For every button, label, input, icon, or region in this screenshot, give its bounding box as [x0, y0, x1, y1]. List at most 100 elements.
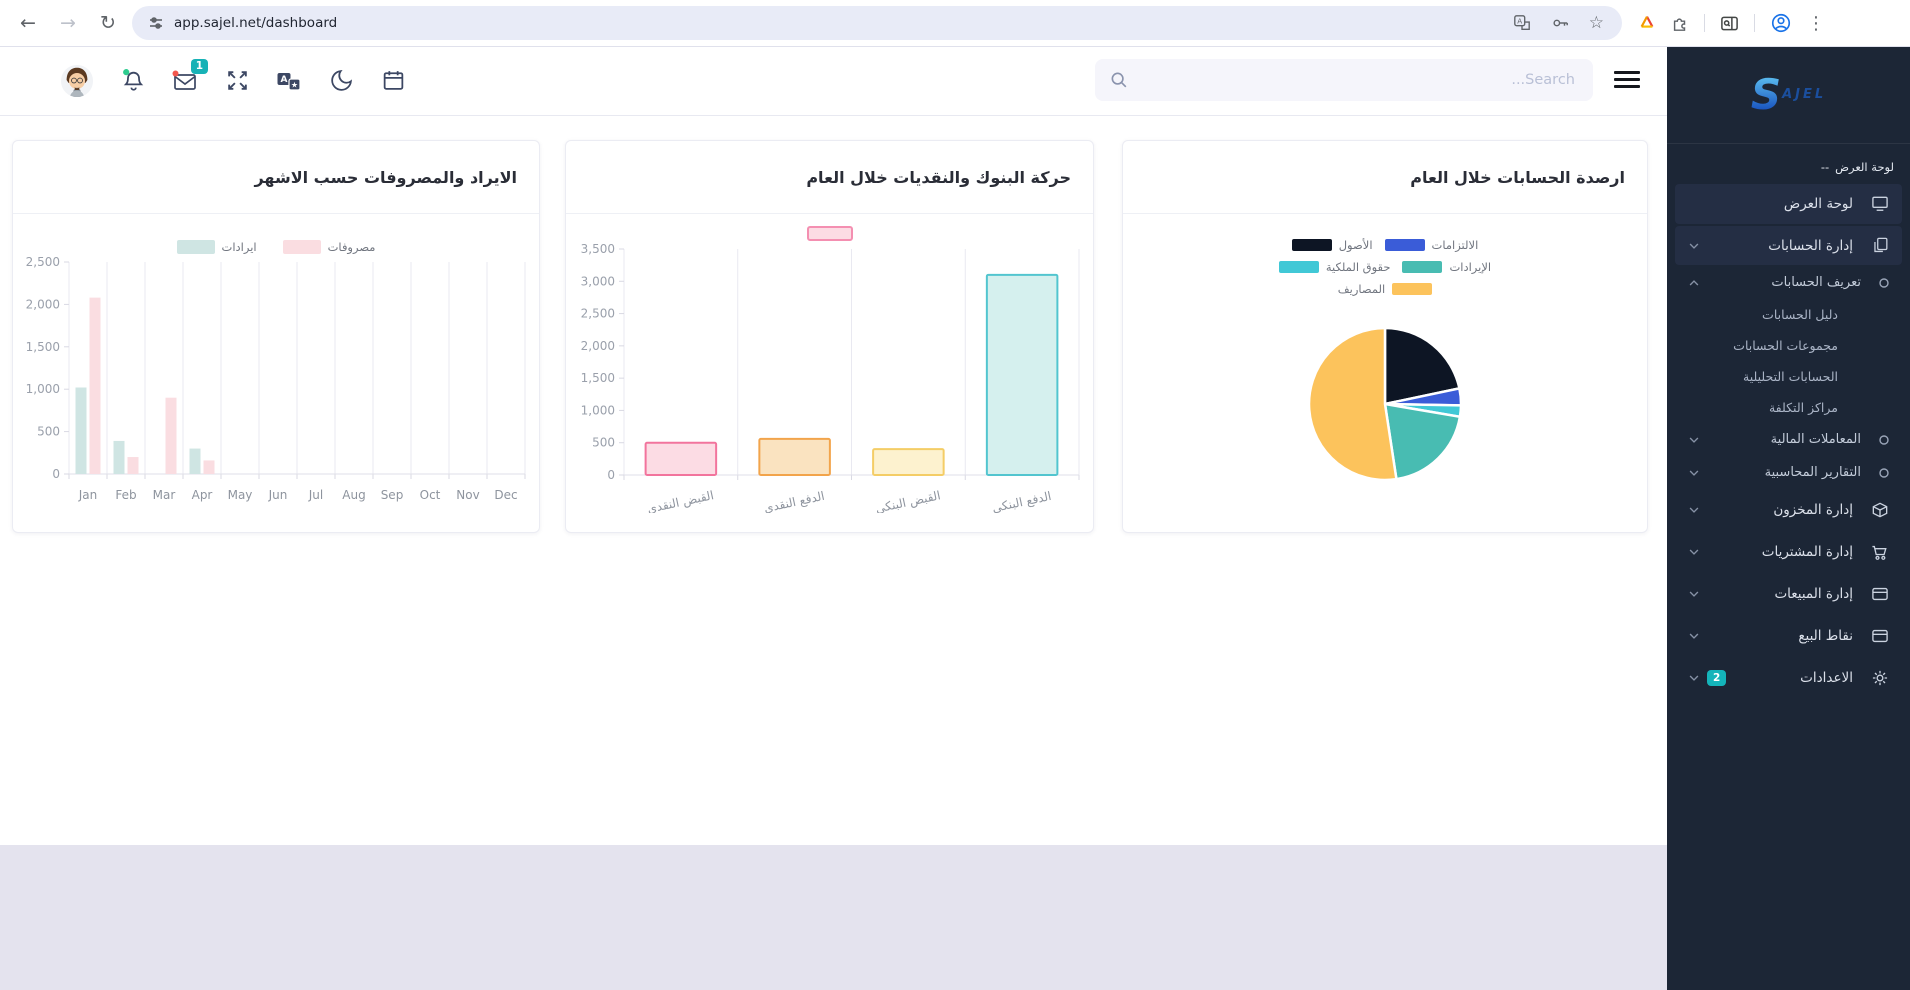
svg-text:Oct: Oct: [420, 488, 441, 502]
sidebar-item-label: الاعدادات: [1734, 670, 1853, 686]
svg-text:Jun: Jun: [268, 488, 288, 502]
svg-text:Feb: Feb: [115, 488, 136, 502]
logo-letter: S: [1751, 75, 1781, 115]
browser-back-button[interactable]: ←: [16, 12, 40, 34]
url-text[interactable]: app.sajel.net/dashboard: [174, 15, 1513, 31]
app-header: 1 A ★: [0, 46, 1667, 116]
sidebar-item[interactable]: إدارة المبيعات: [1675, 574, 1902, 614]
sidebar-item[interactable]: إدارة المشتريات: [1675, 532, 1902, 572]
browser-forward-button[interactable]: →: [56, 12, 80, 34]
chevron-down-icon: [1687, 674, 1705, 682]
sidebar-item[interactable]: المعاملات المالية: [1675, 424, 1902, 455]
svg-text:0: 0: [607, 468, 615, 482]
messages-mail-icon[interactable]: 1: [172, 68, 198, 94]
global-search: [1095, 59, 1593, 101]
card-title: الايراد والمصروفات حسب الاشهر: [13, 141, 539, 214]
card-icon: [1866, 626, 1890, 646]
svg-text:2,000: 2,000: [581, 339, 615, 353]
dot-icon: [1874, 277, 1890, 289]
chevron-down-icon: [1687, 632, 1705, 640]
menu-hamburger-icon[interactable]: [1614, 71, 1640, 92]
calendar-icon[interactable]: [380, 68, 406, 94]
sidebar-section-label: -- لوحة العرض: [1667, 144, 1910, 182]
sidebar-item[interactable]: دليل الحسابات: [1675, 300, 1902, 329]
balances-pie-chart: [1123, 300, 1647, 526]
legend-item[interactable]: ايرادات: [177, 240, 257, 254]
sidebar-item[interactable]: 2الاعدادات: [1675, 658, 1902, 698]
legend-swatch: [283, 240, 321, 254]
app-logo[interactable]: SAJEL: [1667, 46, 1910, 144]
dark-mode-moon-icon[interactable]: [328, 68, 354, 94]
legend-item[interactable]: الالتزامات: [1385, 238, 1479, 252]
browser-toolbar: ← → ↻ app.sajel.net/dashboard A ☆: [0, 0, 1910, 47]
search-input[interactable]: [1135, 59, 1577, 101]
svg-text:Dec: Dec: [494, 488, 517, 502]
balances-pie-card: ارصدة الحسابات خلال العام الأصولالالتزام…: [1122, 140, 1648, 533]
chevron-up-icon: [1687, 279, 1705, 287]
bookmark-star-icon[interactable]: ☆: [1589, 13, 1604, 33]
bank-cash-card: حركة البنوك والنقديات خلال العام 05001,0…: [565, 140, 1094, 533]
revenue-expense-card: الايراد والمصروفات حسب الاشهر ايرادات مصر…: [12, 140, 540, 533]
legend-item[interactable]: المصاريف: [1338, 282, 1432, 296]
sidebar-item[interactable]: تعريف الحسابات: [1675, 267, 1902, 298]
site-settings-icon[interactable]: [148, 15, 164, 31]
notifications-bell-icon[interactable]: [120, 68, 146, 94]
legend-marker[interactable]: [807, 226, 853, 241]
svg-text:0: 0: [52, 467, 60, 481]
sidebar-item-label: إدارة المخزون: [1713, 502, 1853, 518]
chart-legend: ايرادات مصروفات: [13, 240, 539, 254]
legend-label: الالتزامات: [1432, 238, 1479, 252]
svg-text:2,000: 2,000: [26, 297, 60, 311]
sidebar-item[interactable]: التقارير المحاسبية: [1675, 457, 1902, 488]
chevron-down-icon: [1687, 469, 1705, 477]
extensions-puzzle-icon[interactable]: [1671, 14, 1689, 32]
svg-text:3,500: 3,500: [581, 242, 615, 256]
sidebar-item[interactable]: إدارة الحسابات: [1675, 226, 1902, 265]
toolbar-divider: [1754, 14, 1755, 32]
pie-slice: [1309, 328, 1396, 480]
translate-language-icon[interactable]: A ★: [276, 68, 302, 94]
legend-swatch: [177, 240, 215, 254]
svg-text:A: A: [1517, 17, 1522, 26]
sidebar-item[interactable]: نقاط البيع: [1675, 616, 1902, 656]
svg-text:★: ★: [291, 80, 298, 89]
user-avatar[interactable]: [60, 64, 94, 98]
legend-swatch: [1402, 261, 1442, 273]
svg-text:2,500: 2,500: [26, 255, 60, 269]
sidebar-item[interactable]: مجموعات الحسابات: [1675, 331, 1902, 360]
password-key-icon[interactable]: [1551, 14, 1569, 32]
chevron-down-icon: [1687, 436, 1705, 444]
profile-avatar-icon[interactable]: [1770, 12, 1792, 34]
sidebar-item[interactable]: مراكز التكلفة: [1675, 393, 1902, 422]
page-bottom-background: [0, 845, 1667, 990]
svg-text:2,500: 2,500: [581, 307, 615, 321]
legend-item[interactable]: مصروفات: [283, 240, 376, 254]
bank-cash-chart: 05001,0001,5002,0002,5003,0003,500القبض …: [566, 241, 1093, 513]
translate-page-icon[interactable]: A: [1513, 14, 1531, 32]
svg-text:Jan: Jan: [78, 488, 98, 502]
sidebar-item[interactable]: لوحة العرض: [1675, 184, 1902, 224]
chevron-down-icon: [1687, 242, 1705, 250]
fullscreen-expand-icon[interactable]: [224, 68, 250, 94]
sidebar-item[interactable]: الحسابات التحليلية: [1675, 362, 1902, 391]
pie-slice: [1385, 404, 1460, 479]
chart-legend: [566, 226, 1093, 241]
sidebar: SAJEL -- لوحة العرض لوحة العرضإدارة الحس…: [1667, 46, 1910, 990]
logo-text: AJEL: [1782, 87, 1826, 102]
browser-menu-icon[interactable]: ⋮: [1807, 13, 1825, 34]
legend-item[interactable]: حقوق الملكية: [1279, 260, 1391, 274]
browser-reload-button[interactable]: ↻: [96, 12, 120, 34]
svg-text:1,000: 1,000: [26, 382, 60, 396]
svg-text:Mar: Mar: [153, 488, 176, 502]
legend-item[interactable]: الإيرادات: [1402, 260, 1491, 274]
sidebar-item[interactable]: إدارة المخزون: [1675, 490, 1902, 530]
svg-text:Jul: Jul: [308, 488, 323, 502]
legend-item[interactable]: الأصول: [1292, 238, 1373, 252]
legend-label: ايرادات: [222, 240, 257, 254]
address-bar[interactable]: app.sajel.net/dashboard A ☆: [132, 6, 1622, 40]
side-panel-icon[interactable]: [1720, 14, 1739, 33]
cart-icon: [1866, 542, 1890, 562]
sidebar-item-label: دليل الحسابات: [1713, 307, 1838, 322]
svg-text:May: May: [228, 488, 253, 502]
extension-colored-icon[interactable]: [1638, 14, 1656, 32]
